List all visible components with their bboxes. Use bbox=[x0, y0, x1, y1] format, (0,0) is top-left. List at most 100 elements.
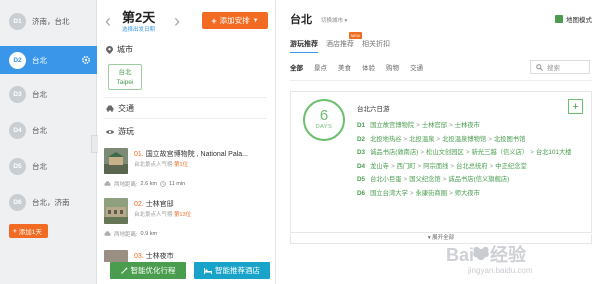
add-plan-button[interactable]: + 添加安排 ▼ bbox=[202, 12, 268, 29]
route-stop-link[interactable]: 士林官邸 bbox=[422, 122, 447, 129]
svg-text:Bai: Bai bbox=[446, 245, 474, 265]
poi-item[interactable]: 03. 士林夜市 bbox=[104, 250, 270, 262]
category-filter: 全部 景点 美食 体验 购物 交通 bbox=[290, 62, 434, 72]
bed-icon bbox=[204, 267, 212, 274]
category-experience[interactable]: 体验 bbox=[362, 62, 375, 72]
poi-thumbnail bbox=[104, 148, 128, 174]
recommend-hotel-button[interactable]: 智能推荐酒店 bbox=[194, 262, 270, 279]
clock-icon bbox=[160, 181, 166, 187]
add-itinerary-button[interactable]: + bbox=[568, 99, 583, 114]
route-stop-link[interactable]: 中正纪念堂 bbox=[495, 163, 526, 170]
poi-title[interactable]: 03. 士林夜市 bbox=[134, 251, 270, 261]
route-stop-link[interactable]: 西门町 bbox=[397, 163, 416, 170]
route-stop-link[interactable]: 新光三越（信义店） bbox=[472, 149, 529, 156]
route-stop-link[interactable]: 北投温泉 bbox=[409, 136, 434, 143]
route-stop-link[interactable]: 台北小巨蛋 bbox=[370, 176, 401, 183]
chevron-right-icon: > bbox=[436, 135, 441, 143]
poi-title[interactable]: 01. 国立故宫博物院 , National Pala... bbox=[134, 149, 270, 159]
tab-hotel-recommend[interactable]: 酒店推荐 NEW bbox=[326, 32, 362, 53]
chevron-down-icon: ▾ bbox=[344, 18, 348, 24]
add-day-label: 添加1天 bbox=[18, 229, 42, 236]
route-stop-link[interactable]: 龙山寺 bbox=[370, 163, 389, 170]
map-mode-button[interactable]: 地图模式 bbox=[555, 14, 592, 24]
route-stop-link[interactable]: 诚品书店(信义旗舰店) bbox=[448, 176, 509, 183]
day-item-d3[interactable]: D3 台北 bbox=[0, 80, 97, 108]
itinerary-title[interactable]: 台北六日游 bbox=[357, 103, 390, 113]
category-food[interactable]: 美食 bbox=[338, 62, 351, 72]
route-stop-link[interactable]: 台北101大楼 bbox=[536, 149, 572, 156]
route-stop-link[interactable]: 北投地热谷 bbox=[370, 136, 401, 143]
poi-title[interactable]: 02. 士林官邸 bbox=[134, 199, 270, 209]
day-badge: D1 bbox=[9, 12, 26, 30]
route-stop-link[interactable]: 国立故宫博物院 bbox=[370, 122, 414, 129]
poi-popularity: 台北景点人气榜 第13位 bbox=[134, 212, 192, 218]
magic-wand-icon bbox=[120, 267, 128, 274]
search-placeholder: 搜索 bbox=[547, 65, 560, 72]
route-stop-link[interactable]: 北投温泉博物馆 bbox=[442, 136, 486, 143]
chevron-right-icon: > bbox=[403, 135, 408, 143]
route-stop-link[interactable]: 松山文创园区 bbox=[426, 149, 464, 156]
chevron-right-icon: > bbox=[403, 176, 408, 183]
select-date-link[interactable]: 选择出发日期 bbox=[122, 25, 155, 33]
day-badge: D4 bbox=[9, 121, 26, 139]
car-icon bbox=[104, 181, 111, 186]
itinerary-card[interactable]: 6 DAYS 台北六日游 + D1 国立故宫博物院 > 士林官邸 > 士林夜市 D2 北投地热… bbox=[290, 91, 592, 233]
chevron-right-icon: > bbox=[417, 162, 422, 170]
day-badge: D6 bbox=[9, 193, 26, 211]
route-day-label: D2 bbox=[357, 135, 366, 143]
plus-icon: + bbox=[572, 100, 579, 113]
route-stop-link[interactable]: 阿宗面线 bbox=[423, 163, 448, 170]
gear-icon[interactable] bbox=[81, 55, 91, 65]
optimize-itinerary-label: 智能优化行程 bbox=[130, 266, 176, 275]
poi-distance: 两地距离: 2.6 km 11 min bbox=[104, 180, 185, 188]
poi-distance: 两地距离: 0.9 km bbox=[104, 230, 157, 238]
day-item-d5[interactable]: D5 台北 bbox=[0, 152, 97, 180]
tab-play-recommend[interactable]: 游玩推荐 bbox=[290, 39, 318, 53]
svg-text:jingyan.baidu.com: jingyan.baidu.com bbox=[467, 266, 533, 275]
day-item-d2[interactable]: D2 台北 bbox=[0, 46, 97, 74]
chevron-right-icon: > bbox=[465, 149, 470, 156]
poi-item[interactable]: 01. 国立故宫博物院 , National Pala... 台北景点人气榜 第… bbox=[104, 148, 270, 192]
route-day-label: D3 bbox=[357, 149, 366, 156]
poi-thumbnail bbox=[104, 198, 128, 224]
route-stop-link[interactable]: 国父纪念馆 bbox=[409, 176, 440, 183]
chevron-right-icon: > bbox=[390, 162, 395, 170]
collapse-panel-handle[interactable] bbox=[91, 135, 98, 153]
chevron-right-icon: > bbox=[489, 162, 494, 170]
route-stop-link[interactable]: 永康街商圈 bbox=[416, 190, 447, 197]
route-stop-link[interactable]: 士林夜市 bbox=[455, 122, 480, 129]
day-item-d1[interactable]: D1 济南，台北 bbox=[0, 7, 97, 35]
day-item-d6[interactable]: D6 台北，济南 bbox=[0, 188, 97, 216]
day-badge: D3 bbox=[9, 85, 26, 103]
day-label: 台北 bbox=[32, 125, 47, 135]
route-stop-link[interactable]: 师大夜市 bbox=[455, 190, 480, 197]
route-stop-link[interactable]: 国立台湾大学 bbox=[370, 190, 408, 197]
prev-day-arrow-icon[interactable]: ‹ bbox=[105, 12, 111, 30]
next-day-arrow-icon[interactable]: › bbox=[174, 12, 180, 30]
poi-item[interactable]: 02. 士林官邸 台北景点人气榜 第13位 两地距离: 0.9 km bbox=[104, 198, 270, 242]
chevron-right-icon: > bbox=[409, 189, 414, 197]
optimize-itinerary-button[interactable]: 智能优化行程 bbox=[110, 262, 186, 279]
search-input[interactable]: 搜索 bbox=[530, 60, 590, 74]
recommend-tabs: 游玩推荐 酒店推荐 NEW 相关折扣 bbox=[290, 32, 390, 53]
route-stop-link[interactable]: 台北总统府 bbox=[456, 163, 487, 170]
route-stop-link[interactable]: 诚品书店(敦南店) bbox=[370, 149, 418, 156]
category-all[interactable]: 全部 bbox=[290, 62, 303, 72]
category-transport[interactable]: 交通 bbox=[410, 62, 423, 72]
chevron-right-icon: > bbox=[488, 135, 492, 143]
plus-icon: + bbox=[211, 15, 217, 26]
tab-discounts[interactable]: 相关折扣 bbox=[362, 39, 390, 53]
add-day-button[interactable]: + 添加1天 bbox=[9, 224, 48, 238]
day-sidebar: D1 济南，台北 D2 台北 D3 台北 D4 台北 D5 台北 D6 台北，济… bbox=[0, 0, 97, 284]
day-label: 济南，台北 bbox=[32, 16, 70, 26]
switch-city-link[interactable]: 切换城市 ▾ bbox=[321, 16, 347, 24]
city-chip[interactable]: 台北 Taipei bbox=[108, 64, 142, 90]
category-sights[interactable]: 景点 bbox=[314, 62, 327, 72]
play-section-header: 游玩 bbox=[106, 126, 134, 137]
route-stop-link[interactable]: 北投图书馆 bbox=[494, 136, 525, 143]
category-shopping[interactable]: 购物 bbox=[386, 62, 399, 72]
day-item-d4[interactable]: D4 台北 bbox=[0, 116, 97, 144]
days-count: 6 bbox=[319, 107, 329, 124]
plus-icon: + bbox=[13, 227, 17, 235]
route-day-label: D6 bbox=[357, 189, 366, 197]
